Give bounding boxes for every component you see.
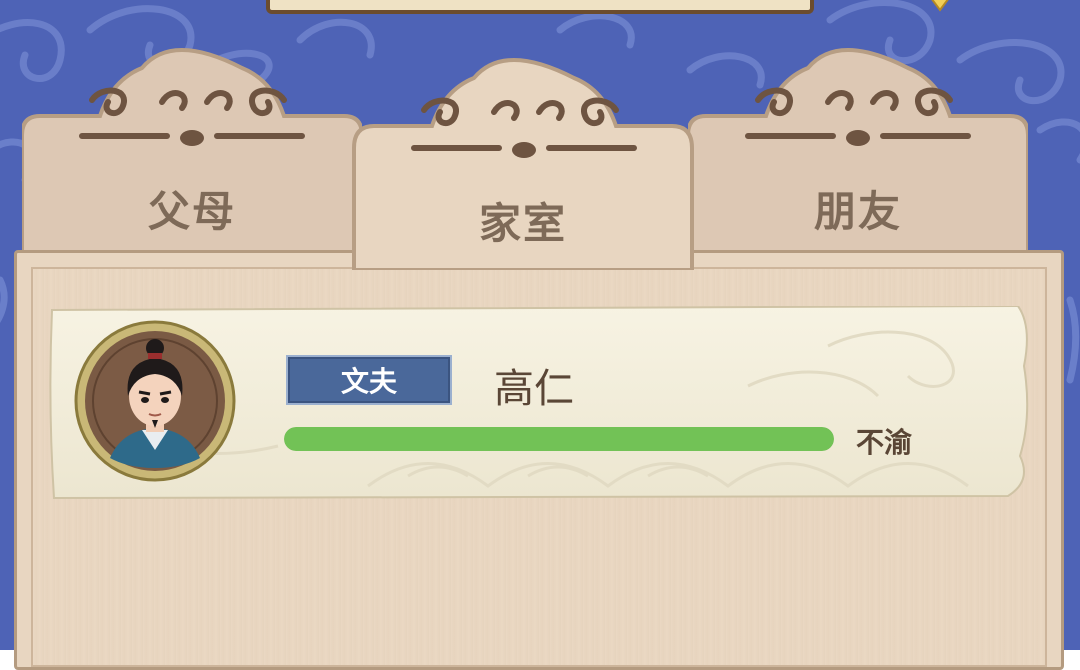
tab-label: 家室 [478, 199, 567, 248]
tab-label: 父母 [147, 187, 236, 236]
tab-parents[interactable]: 父母 [22, 40, 362, 260]
mood-bar-fill [284, 427, 834, 451]
gem-icon [931, 0, 949, 12]
tab-family[interactable]: 家室 [352, 48, 694, 270]
role-label: 文夫 [340, 365, 397, 398]
tab-friends[interactable]: 朋友 [688, 40, 1028, 260]
role-badge: 文夫 [286, 355, 452, 405]
mood-status-label: 不渝 [856, 426, 913, 459]
tab-label: 朋友 [813, 187, 902, 236]
character-name: 高仁 [494, 366, 574, 412]
mood-bar [284, 427, 834, 451]
top-banner [266, 0, 814, 14]
avatar [72, 318, 238, 484]
man-portrait-icon [74, 320, 236, 482]
